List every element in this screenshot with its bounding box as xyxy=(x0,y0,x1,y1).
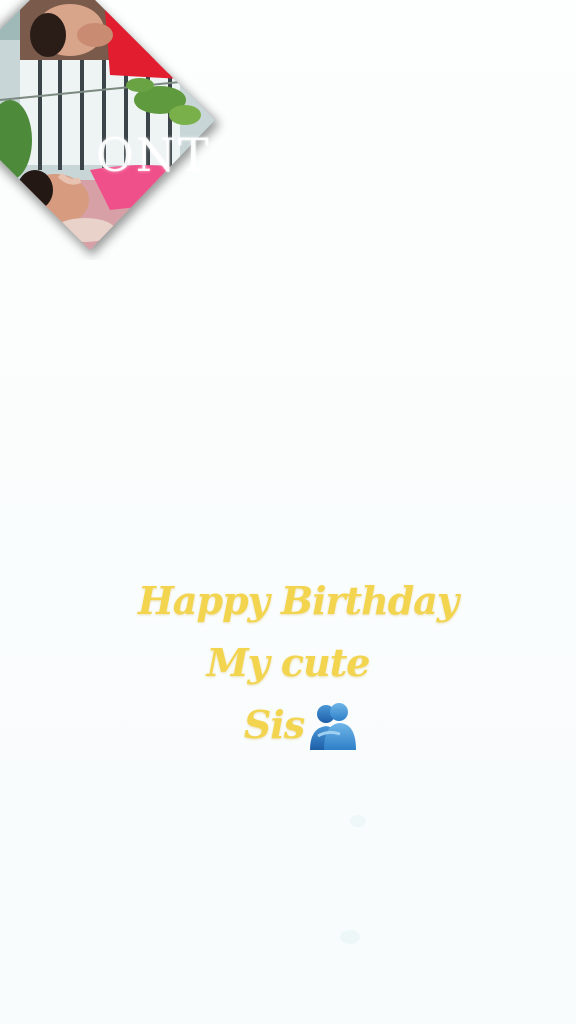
story-canvas: ONT Happy Birthday My cute Sis xyxy=(0,0,576,1024)
faint-spot xyxy=(350,815,366,827)
faint-spot xyxy=(340,930,360,944)
overlay-text: ONT xyxy=(96,128,211,182)
diamond-photo-frame: ONT xyxy=(0,0,230,260)
greeting-line-2: My cute xyxy=(206,640,371,685)
people-hugging-glyph xyxy=(310,703,356,750)
people-hugging-icon xyxy=(306,702,358,752)
greeting-line-3: Sis xyxy=(243,702,305,747)
greeting-line-1: Happy Birthday xyxy=(137,578,459,623)
